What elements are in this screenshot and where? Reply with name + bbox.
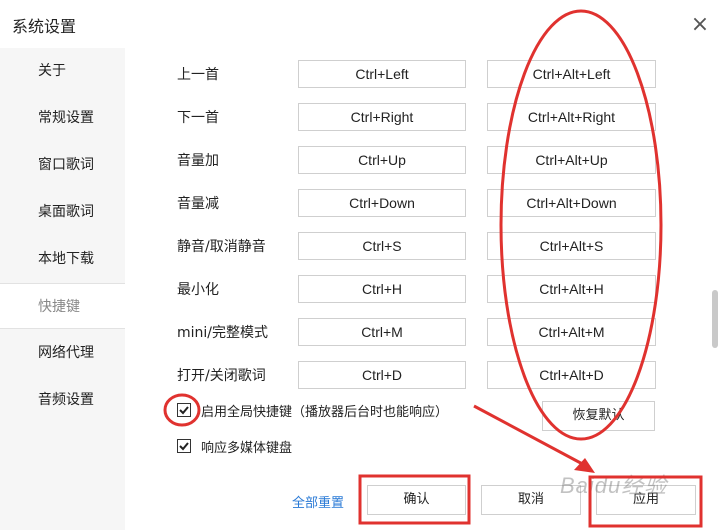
- global-hotkey-checkbox[interactable]: [177, 403, 191, 417]
- global-shortcut-field[interactable]: Ctrl+Alt+S: [487, 232, 656, 260]
- shortcut-label: mini/完整模式: [177, 325, 269, 341]
- sidebar-item-about[interactable]: 关于: [0, 48, 125, 94]
- confirm-button[interactable]: 确认: [367, 485, 466, 515]
- close-icon[interactable]: ×: [690, 14, 710, 36]
- checkmark-icon: [179, 406, 189, 415]
- local-shortcut-field[interactable]: Ctrl+D: [298, 361, 466, 389]
- shortcut-label: 下一首: [177, 110, 219, 126]
- global-shortcut-field[interactable]: Ctrl+Alt+M: [487, 318, 656, 346]
- shortcut-label: 音量加: [177, 153, 219, 169]
- sidebar-item-window-lyrics[interactable]: 窗口歌词: [0, 142, 125, 188]
- restore-default-button[interactable]: 恢复默认: [542, 401, 655, 431]
- sidebar-item-general[interactable]: 常规设置: [0, 95, 125, 141]
- shortcut-label: 打开/关闭歌词: [177, 368, 266, 384]
- shortcut-label: 音量减: [177, 196, 219, 212]
- local-shortcut-field[interactable]: Ctrl+Left: [298, 60, 466, 88]
- global-hotkey-label: 启用全局快捷键（播放器后台时也能响应）: [201, 405, 449, 420]
- local-shortcut-field[interactable]: Ctrl+Up: [298, 146, 466, 174]
- local-shortcut-field[interactable]: Ctrl+H: [298, 275, 466, 303]
- reset-all-link[interactable]: 全部重置: [292, 492, 344, 511]
- global-shortcut-field[interactable]: Ctrl+Alt+D: [487, 361, 656, 389]
- local-shortcut-field[interactable]: Ctrl+Down: [298, 189, 466, 217]
- window-title: 系统设置: [12, 17, 77, 36]
- local-shortcut-field[interactable]: Ctrl+S: [298, 232, 466, 260]
- watermark: Baidu经验: [560, 473, 668, 498]
- scrollbar-thumb[interactable]: [712, 290, 718, 348]
- global-shortcut-field[interactable]: Ctrl+Alt+Down: [487, 189, 656, 217]
- sidebar-item-desktop-lyrics[interactable]: 桌面歌词: [0, 189, 125, 235]
- checkmark-icon: [179, 442, 189, 451]
- local-shortcut-field[interactable]: Ctrl+Right: [298, 103, 466, 131]
- global-shortcut-field[interactable]: Ctrl+Alt+Up: [487, 146, 656, 174]
- shortcut-label: 静音/取消静音: [177, 239, 266, 255]
- media-keys-checkbox[interactable]: [177, 439, 191, 453]
- global-shortcut-field[interactable]: Ctrl+Alt+Right: [487, 103, 656, 131]
- sidebar: 关于 常规设置 窗口歌词 桌面歌词 本地下载 快捷键 网络代理 音频设置: [0, 48, 125, 530]
- shortcut-label: 上一首: [177, 67, 219, 83]
- global-shortcut-field[interactable]: Ctrl+Alt+H: [487, 275, 656, 303]
- local-shortcut-field[interactable]: Ctrl+M: [298, 318, 466, 346]
- sidebar-item-shortcuts[interactable]: 快捷键: [0, 283, 125, 329]
- sidebar-item-proxy[interactable]: 网络代理: [0, 330, 125, 376]
- shortcut-label: 最小化: [177, 282, 219, 298]
- global-shortcut-field[interactable]: Ctrl+Alt+Left: [487, 60, 656, 88]
- sidebar-item-audio[interactable]: 音频设置: [0, 377, 125, 423]
- media-keys-label: 响应多媒体键盘: [201, 441, 293, 456]
- sidebar-item-local-download[interactable]: 本地下载: [0, 236, 125, 282]
